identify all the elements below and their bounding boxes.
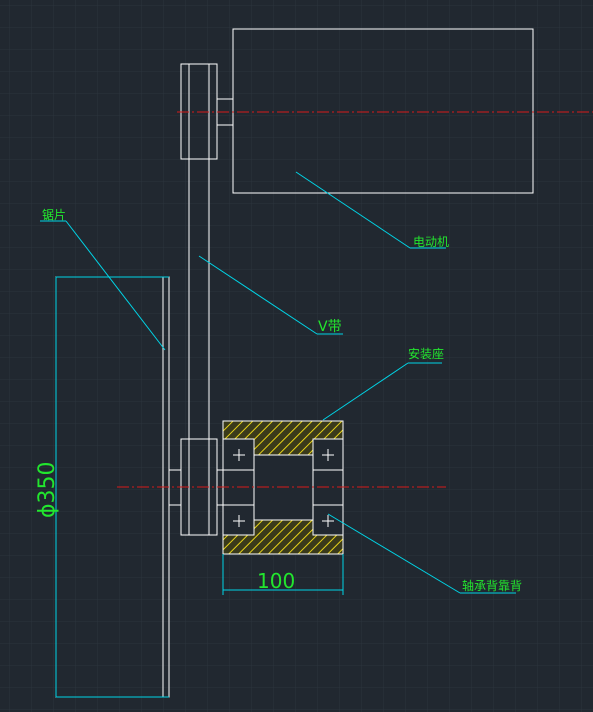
motor-label: 电动机 (413, 235, 449, 249)
belt-label: V带 (318, 319, 342, 335)
cad-canvas[interactable]: ϕ350 100 电动机 V带 锯片 安装座 轴承背靠背 (0, 0, 593, 712)
mount-label: 安装座 (408, 346, 444, 361)
grid-background (0, 0, 593, 712)
blade-label: 锯片 (42, 207, 66, 222)
bearing-label: 轴承背靠背 (462, 578, 522, 593)
diameter-text: ϕ350 (35, 461, 60, 518)
width-text: 100 (257, 569, 295, 593)
